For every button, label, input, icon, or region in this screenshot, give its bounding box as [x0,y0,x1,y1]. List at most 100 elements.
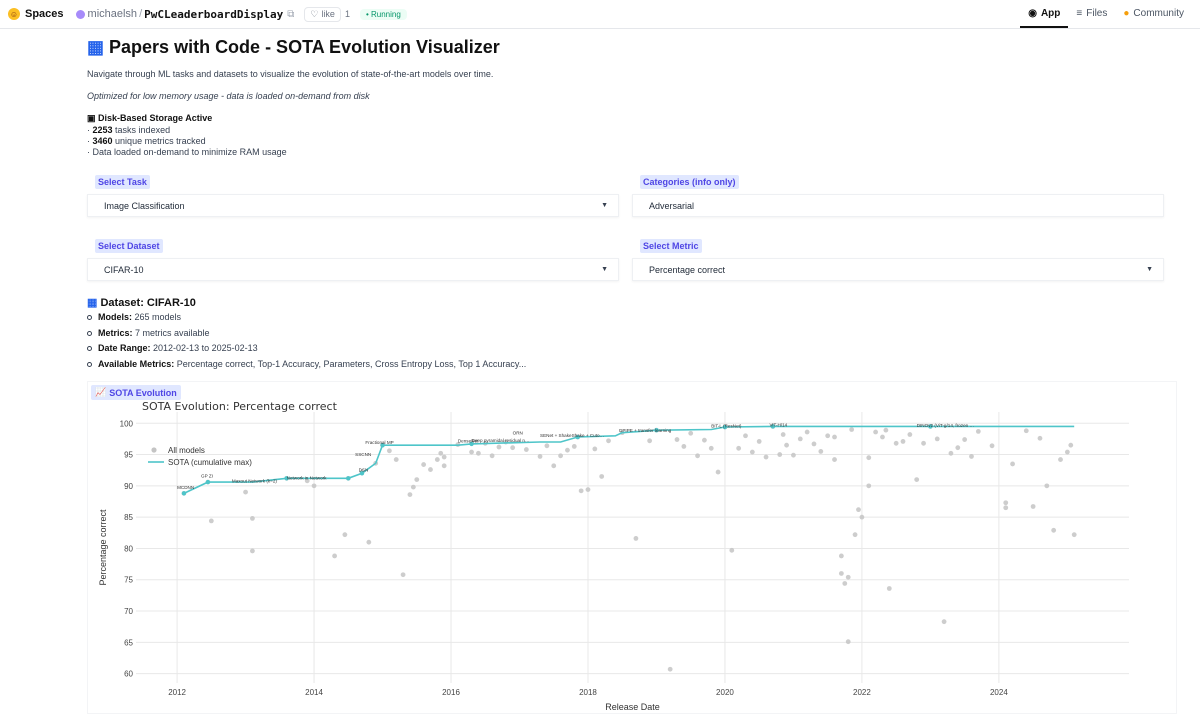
model-point [592,446,598,452]
y-tick-label: 85 [124,513,133,522]
community-icon: ● [1123,7,1130,19]
model-point [311,483,317,489]
x-tick-label: 2020 [716,688,734,697]
model-point [428,467,433,472]
model-point [749,449,755,455]
list-item: Date Range: 2012-02-13 to 2025-02-13 [87,343,526,359]
dataset-dropdown[interactable]: CIFAR-10 ▼ [87,258,619,281]
model-point [900,439,906,444]
model-point [1030,504,1036,509]
like-button[interactable]: ♡ like [304,6,341,22]
spaces-link[interactable]: Spaces [25,8,64,20]
categories-textbox[interactable]: Adversarial [632,194,1164,217]
model-point [842,581,848,586]
chart-icon: 📈 [95,387,107,397]
legend-label-all-models: All models [168,446,205,455]
list-item: Metrics: 7 metrics available [87,328,526,344]
model-point [250,515,255,521]
available-metrics-value: Percentage correct, Top-1 Accuracy, Para… [176,358,527,369]
model-point [523,447,529,452]
model-point [1044,483,1050,489]
model-point [565,447,570,453]
tab-community-label: Community [1133,7,1184,19]
model-point [647,438,653,444]
list-item: Available Metrics: Percentage correct, T… [87,359,526,375]
y-tick-label: 60 [124,670,133,679]
storage-heading-text: Disk-Based Storage Active [98,113,213,123]
sota-evolution-chart[interactable]: 60 65 70 75 80 85 90 95 100 2012 2014 2016 2018 2020 2… [88,382,1176,713]
categories-value: Adversarial [649,201,695,211]
point-annotation: GP ZI [201,474,213,479]
model-point [681,444,687,449]
floppy-disk-icon: ▣ [87,113,96,123]
model-point [883,427,889,433]
model-point [797,436,803,442]
model-point [1068,442,1074,448]
model-point [934,436,940,442]
model-point [838,553,844,559]
y-tick-label: 75 [124,576,133,585]
legend-label-sota: SOTA (cumulative max) [168,458,252,467]
model-point [811,441,817,447]
huggingface-logo-icon: ☺ [8,8,20,20]
point-annotation: Network in Network [287,476,328,481]
metric-label: Select Metric [640,239,702,253]
model-point [832,434,837,440]
task-dropdown[interactable]: Image Classification ▼ [87,194,619,217]
app-icon: ◉ [1028,7,1037,19]
point-annotation: SENet + ShakeShake + Cuto… [540,433,604,438]
y-tick-label: 65 [124,638,133,647]
storage-heading: ▣ Disk-Based Storage Active [87,113,212,124]
model-point [606,438,611,444]
model-point [421,462,427,467]
tasks-count: 2253 [92,125,113,135]
plot-container: 60 65 70 75 80 85 90 95 100 2012 2014 2016 2018 2020 2… [87,381,1177,714]
sota-point [205,479,211,485]
tab-app[interactable]: ◉ App [1020,0,1069,28]
model-point [784,442,789,448]
chevron-down-icon: ▼ [601,266,608,273]
model-point [777,452,783,457]
model-point [489,453,495,459]
metrics-text: unique metrics tracked [115,136,206,146]
tab-files[interactable]: ≡ Files [1068,0,1115,28]
model-point [715,469,721,475]
models-label: Models: [98,312,133,322]
copy-icon[interactable]: ⧉ [287,9,294,20]
repo-name[interactable]: PwCLeaderboardDisplay [144,8,283,21]
tab-community[interactable]: ● Community [1115,0,1192,28]
categories-label: Categories (info only) [640,175,739,189]
model-point [386,448,392,454]
dataset-stats-list: Models: 265 models Metrics: 7 metrics av… [87,312,526,374]
model-point [962,437,968,442]
plot-tab-text: SOTA Evolution [109,387,177,398]
memory-note: Optimized for low memory usage - data is… [87,91,370,101]
date-range-value: 2012-02-13 to 2025-02-13 [153,343,258,353]
owner-link[interactable]: michaelsh [88,8,138,20]
y-tick-label: 70 [124,607,133,616]
plot-tab-label: 📈 SOTA Evolution [91,385,181,400]
point-annotation: MCDNN [177,485,194,490]
model-point [743,433,748,439]
model-point [438,450,444,456]
model-point [551,463,557,469]
model-point [410,484,416,490]
tasks-text: tasks indexed [115,125,171,135]
page-title: ▦ Papers with Code - SOTA Evolution Visu… [87,37,500,58]
available-metrics-label: Available Metrics: [98,358,175,369]
tab-app-label: App [1040,7,1061,19]
model-point [989,443,995,449]
model-point [791,452,796,458]
model-point [441,463,447,469]
model-point [852,532,858,538]
model-point [1037,435,1043,441]
chevron-down-icon: ▼ [601,202,608,209]
model-point [941,619,947,625]
task-value: Image Classification [104,201,185,211]
model-point [955,445,961,451]
model-point [342,532,348,538]
metric-dropdown[interactable]: Percentage correct ▼ [632,258,1164,281]
like-count[interactable]: 1 [345,9,350,19]
model-point [400,572,406,578]
point-annotation: Deep pyramidal residual n… [472,438,530,443]
